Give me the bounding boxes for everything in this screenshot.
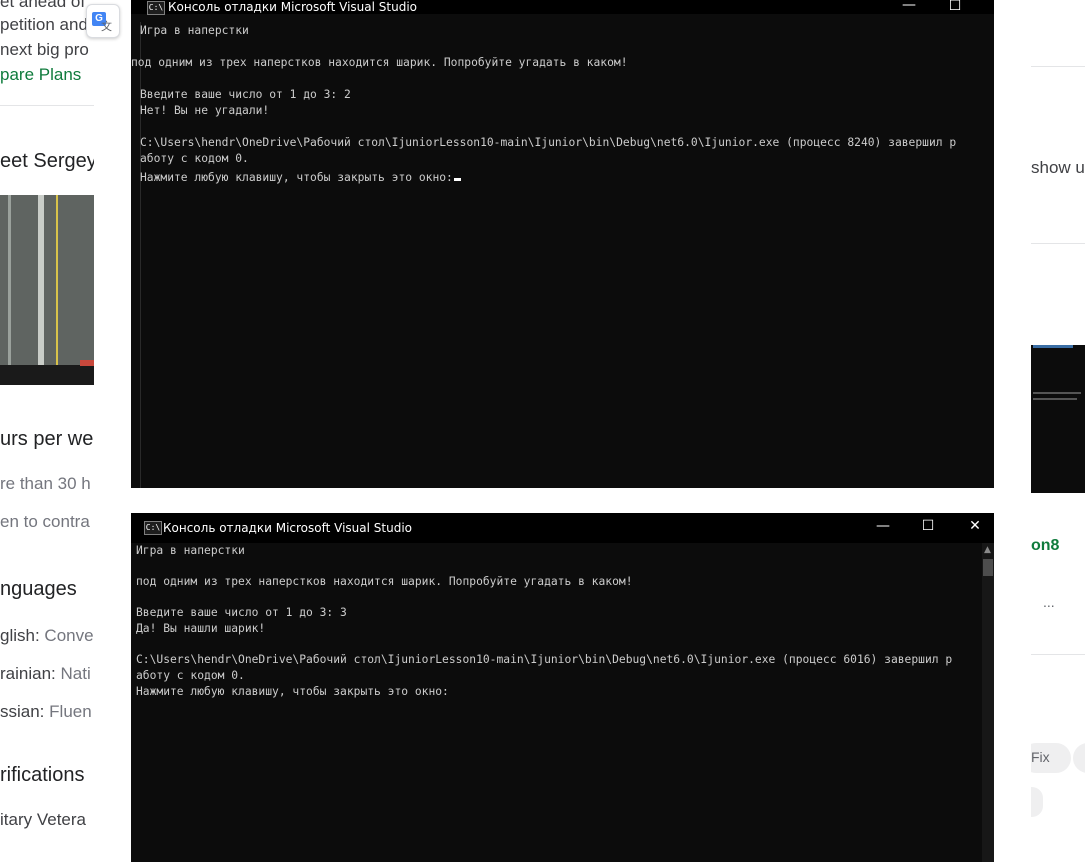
console-line: C:\Users\hendr\OneDrive\Рабочий стол\Iju…	[140, 136, 957, 149]
language-ukrainian: rainian: Nati	[0, 664, 91, 683]
console-line: C:\Users\hendr\OneDrive\Рабочий стол\Iju…	[136, 653, 953, 666]
background-page-left: et ahead of petition and next big pro pa…	[0, 0, 94, 862]
divider	[1031, 654, 1085, 655]
maximize-button[interactable]: ☐	[908, 518, 948, 534]
close-button[interactable]: ✕	[955, 518, 994, 534]
console-app-icon: C:\	[144, 521, 162, 535]
contract-text: en to contra	[0, 512, 90, 531]
language-english: glish: Conve	[0, 626, 94, 645]
console-line: Игра в наперстки	[140, 24, 249, 37]
project-thumbnail[interactable]	[1031, 345, 1085, 493]
console-line: Нет! Вы не угадали!	[140, 104, 270, 117]
show-text: show u	[1031, 158, 1085, 177]
divider	[1031, 66, 1085, 67]
tag-chip[interactable]	[1073, 743, 1085, 773]
divider	[0, 105, 94, 106]
console-line: аботу с кодом 0.	[136, 669, 245, 682]
window-title: Консоль отладки Microsoft Visual Studio	[163, 521, 412, 535]
console-line: под одним из трех наперстков находится ш…	[136, 575, 633, 588]
divider	[1031, 243, 1085, 244]
page-text-line: next big pro	[0, 40, 89, 59]
tag-chip[interactable]	[1031, 787, 1043, 817]
languages-heading: nguages	[0, 578, 77, 600]
console-line: Да! Вы нашли шарик!	[136, 622, 266, 635]
more-options-icon[interactable]: ...	[1043, 594, 1055, 610]
scrollbar-thumb[interactable]	[983, 559, 993, 576]
scroll-up-arrow-icon[interactable]: ▲	[984, 545, 991, 555]
translate-glyph-icon: 文	[101, 21, 112, 33]
hours-per-week-heading: urs per we	[0, 428, 94, 450]
background-page-right: show u on8 ... Fix	[1031, 0, 1085, 862]
page-text-line: et ahead of	[0, 0, 86, 11]
console-line: аботу с кодом 0.	[140, 152, 249, 165]
console-line: Введите ваше число от 1 до 3: 2	[140, 88, 351, 101]
console-line: Введите ваше число от 1 до 3: 3	[136, 606, 347, 619]
window-title: Консоль отладки Microsoft Visual Studio	[168, 0, 417, 14]
maximize-button[interactable]: ☐	[935, 0, 975, 14]
console-window-bottom[interactable]: C:\ Консоль отладки Microsoft Visual Stu…	[131, 513, 994, 862]
console-window-top[interactable]: C:\ Консоль отладки Microsoft Visual Stu…	[131, 0, 994, 488]
translate-button[interactable]: G 文	[86, 4, 120, 38]
console-line: Нажмите любую клавишу, чтобы закрыть это…	[136, 685, 449, 698]
hours-text: re than 30 h	[0, 474, 91, 493]
military-veteran-text: itary Vetera	[0, 810, 86, 829]
minimize-button[interactable]: —	[889, 0, 929, 13]
tag-chip[interactable]: Fix	[1031, 743, 1071, 773]
console-app-icon: C:\	[147, 1, 165, 15]
console-prompt-row: Нажмите любую клавишу, чтобы закрыть это…	[140, 168, 461, 186]
language-russian: ssian: Fluen	[0, 702, 92, 721]
console-line: под одним из трех наперстков находится ш…	[131, 56, 628, 69]
console-line: Игра в наперстки	[136, 544, 245, 557]
console-line: Нажмите любую клавишу, чтобы закрыть это…	[140, 171, 453, 184]
vertical-scrollbar[interactable]: ▲	[982, 543, 994, 862]
minimize-button[interactable]: —	[863, 518, 903, 534]
project-title-link[interactable]: on8	[1031, 537, 1059, 555]
seller-video-thumbnail[interactable]	[0, 195, 94, 385]
text-cursor	[453, 178, 461, 181]
verifications-heading: rifications	[0, 764, 85, 786]
page-text-line: petition and	[0, 15, 88, 34]
compare-plans-link[interactable]: pare Plans	[0, 65, 81, 85]
meet-seller-heading: eet Sergey	[0, 150, 94, 172]
